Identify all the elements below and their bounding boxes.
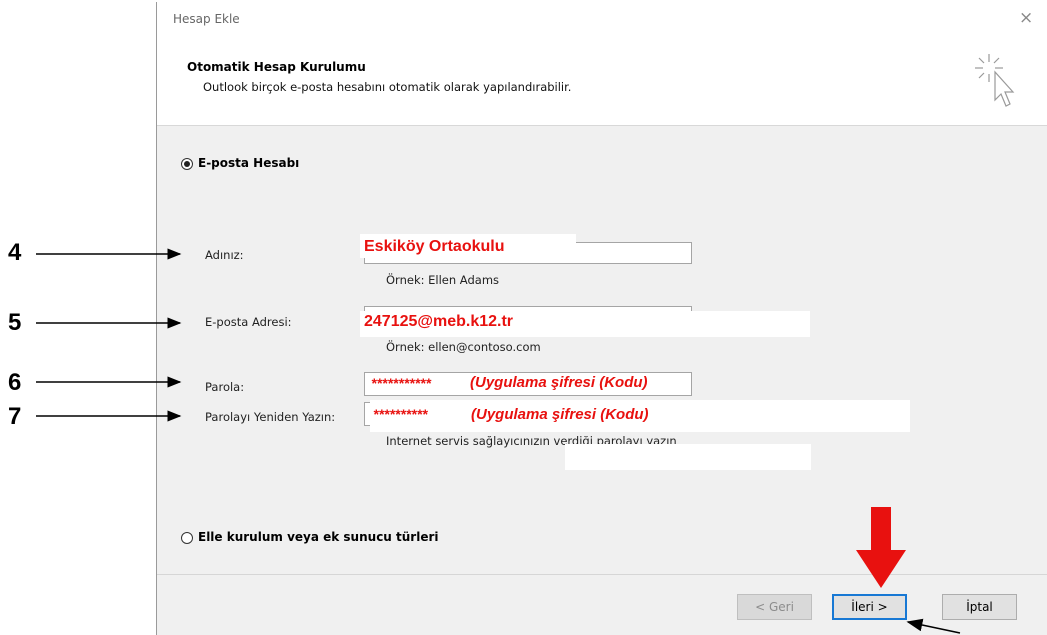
red-down-arrow-icon (856, 507, 906, 588)
annotation-arrows (36, 248, 961, 634)
arrow-to-next-button (906, 618, 961, 634)
